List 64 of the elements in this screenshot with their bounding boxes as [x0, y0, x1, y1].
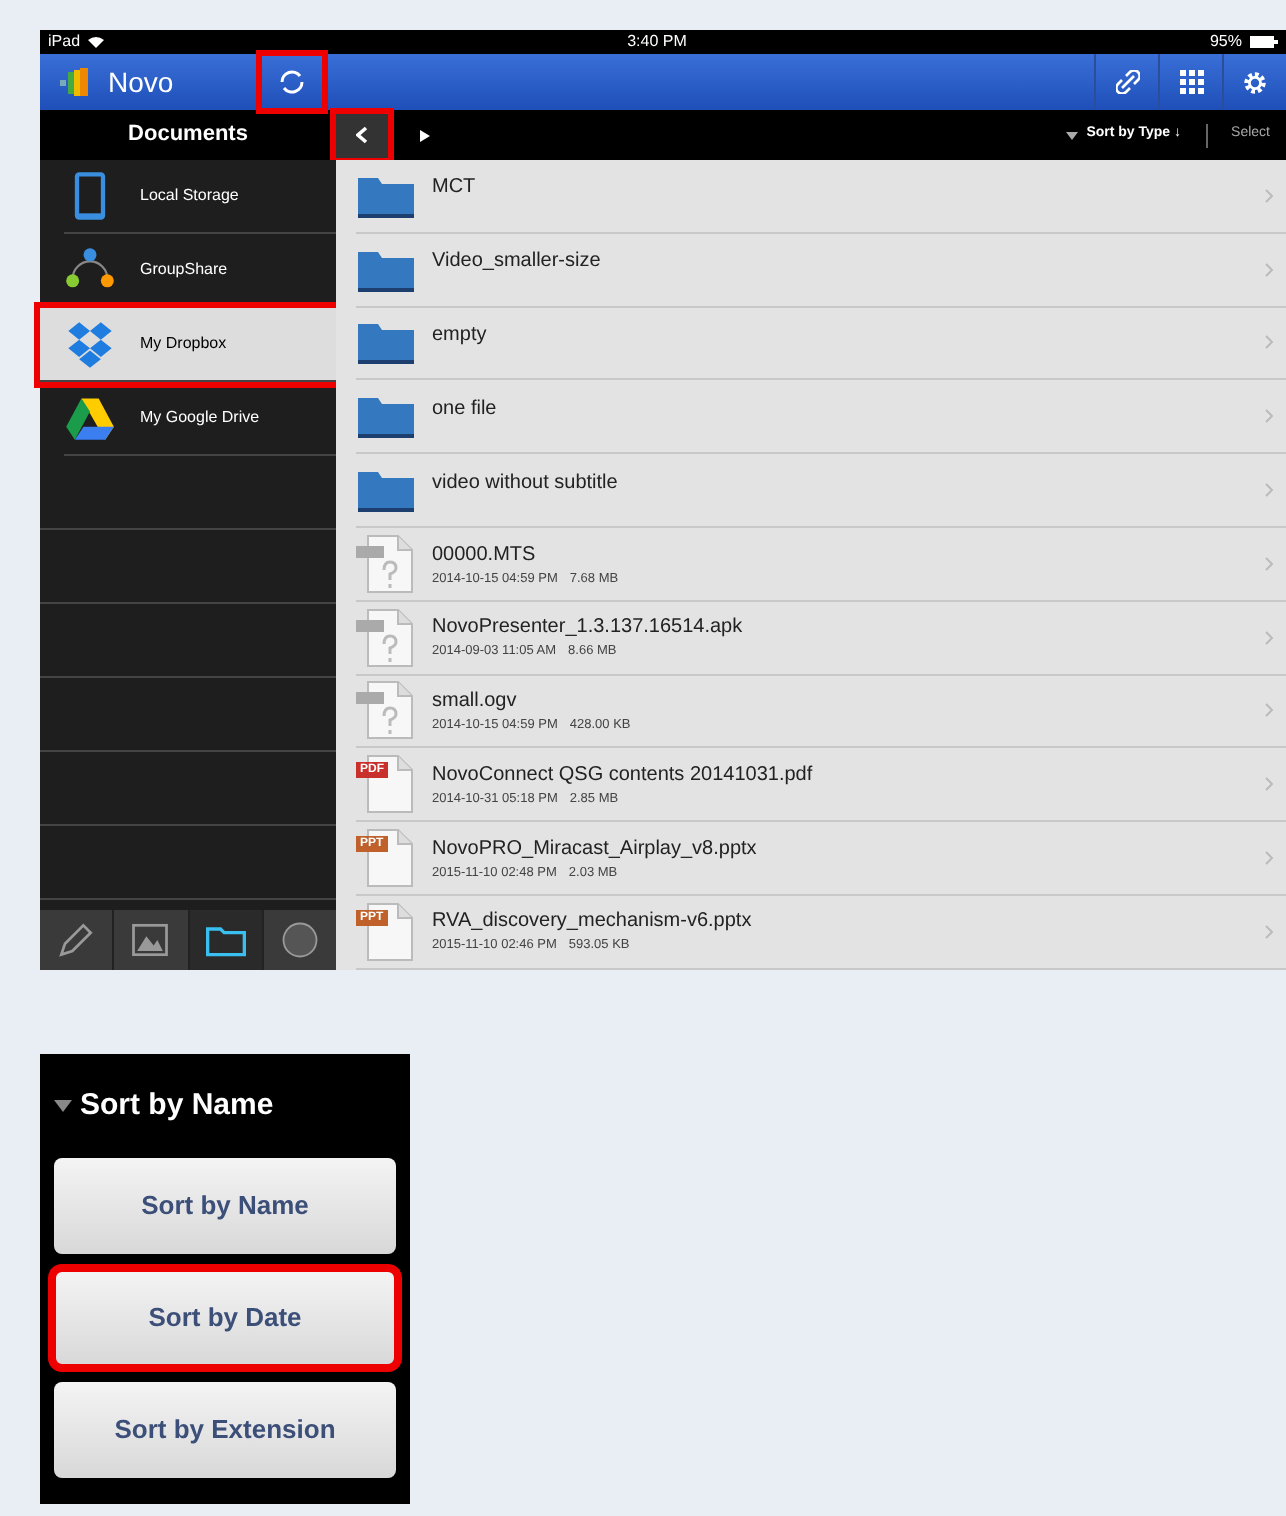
unknown-file-icon [356, 680, 416, 741]
status-time: 3:40 PM [627, 30, 687, 54]
status-device: iPad [48, 30, 81, 54]
tab-button[interactable] [189, 910, 262, 970]
sidebar-item[interactable]: My Dropbox [40, 308, 336, 382]
sidebar-item[interactable]: My Google Drive [64, 382, 336, 456]
file-name: empty [432, 321, 489, 350]
folder-icon [356, 466, 416, 515]
dropbox-icon [64, 318, 116, 370]
file-row[interactable]: one file [356, 380, 1286, 455]
file-name: 00000.MTS [432, 541, 538, 569]
battery-icon [1249, 36, 1278, 48]
chevron-right-icon [1264, 555, 1274, 572]
sync-button[interactable] [261, 56, 322, 108]
file-name: RVA_discovery_mechanism-v6.pptx [432, 908, 754, 937]
link-icon [1115, 70, 1139, 94]
file-name: NovoPresenter_1.3.137.16514.apk [432, 614, 745, 643]
chevron-right-icon [1264, 923, 1274, 940]
file-row[interactable]: MCT [356, 160, 1286, 234]
chevron-left-icon [356, 126, 368, 144]
sort-menu-title: Sort by Name [80, 1085, 274, 1126]
sync-icon [277, 68, 306, 96]
chevron-right-icon [1264, 629, 1274, 646]
chevron-right-icon [1264, 187, 1274, 204]
chevron-right-icon [1264, 482, 1274, 499]
sort-option-button[interactable]: Sort by Extension [54, 1382, 396, 1478]
wifi-icon [88, 36, 105, 48]
settings-icon [1242, 69, 1268, 95]
panel-title: Documents [128, 120, 248, 151]
grid-icon [1179, 70, 1203, 94]
app-logo-icon [60, 66, 92, 98]
file-name: video without subtitle [432, 469, 620, 498]
file-row[interactable]: empty [356, 307, 1286, 381]
folder-icon [356, 318, 416, 367]
tab-button[interactable] [40, 910, 113, 970]
folder-icon [356, 392, 416, 441]
file-row[interactable]: Video_smaller-size [356, 233, 1286, 308]
file-name: NovoConnect QSG contents 20141031.pdf [432, 761, 815, 790]
file-name: NovoPRO_Miracast_Airplay_v8.pptx [432, 835, 759, 864]
chevron-right-icon [1264, 850, 1274, 867]
battery-level: 95% [1209, 30, 1242, 54]
sidebar-item[interactable]: Local Storage [64, 160, 336, 234]
unknown-file-icon [356, 607, 416, 668]
caret-icon [54, 1100, 72, 1112]
chevron-right-icon [1264, 408, 1274, 425]
unknown-file-icon [356, 533, 416, 594]
file-name: one file [432, 395, 499, 424]
sort-option-button[interactable]: Sort by Name [54, 1158, 396, 1254]
chevron-right-icon [1264, 776, 1274, 793]
image-icon [128, 918, 173, 962]
chevron-right-icon [1264, 702, 1274, 719]
tab-button[interactable] [114, 910, 187, 970]
play-icon [420, 129, 430, 141]
app-name: Novo [108, 63, 174, 101]
sort-option-button[interactable]: Sort by Date [54, 1270, 396, 1366]
file-row[interactable]: video without subtitle [356, 454, 1286, 528]
chevron-right-icon [1264, 334, 1274, 351]
file-name: MCT [432, 174, 478, 203]
back-button[interactable] [336, 113, 388, 157]
chevron-right-icon [1264, 261, 1274, 278]
tab-button[interactable] [263, 910, 336, 970]
file-name: small.ogv [432, 688, 519, 717]
file-name: Video_smaller-size [432, 248, 603, 277]
caret-icon [1066, 131, 1079, 139]
